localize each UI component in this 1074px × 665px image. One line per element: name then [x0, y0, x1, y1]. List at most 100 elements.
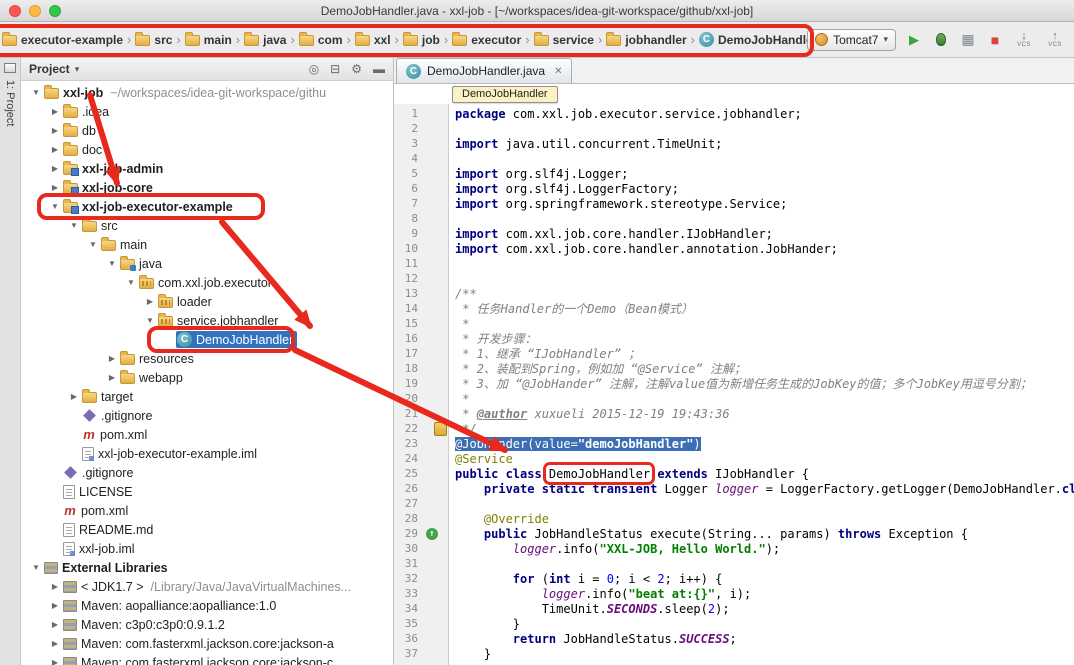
code-line[interactable]: [455, 122, 1074, 137]
stop-button[interactable]: ■: [986, 31, 1004, 49]
window-zoom-button[interactable]: [49, 5, 61, 17]
run-button[interactable]: ▶: [905, 31, 923, 49]
tree-item[interactable]: xxl-job.iml: [62, 541, 139, 557]
tree-row[interactable]: xxl-job.iml: [21, 539, 393, 558]
code-line[interactable]: return JobHandleStatus.SUCCESS;: [455, 632, 1074, 647]
collapsed-arrow-icon[interactable]: ▶: [48, 164, 62, 173]
code-line[interactable]: [455, 497, 1074, 512]
expanded-arrow-icon[interactable]: ▼: [86, 240, 100, 249]
breadcrumb-item[interactable]: CDemoJobHandler: [699, 32, 807, 47]
collapsed-arrow-icon[interactable]: ▶: [105, 354, 119, 363]
tree-item[interactable]: README.md: [62, 522, 157, 538]
breadcrumb-item[interactable]: executor-example: [2, 33, 123, 47]
breadcrumb-chip[interactable]: DemoJobHandler: [452, 86, 558, 103]
collapsed-arrow-icon[interactable]: ▶: [143, 297, 157, 306]
tree-row[interactable]: ▼xxl-job-executor-example: [21, 197, 393, 216]
override-method-icon[interactable]: ↑: [426, 528, 438, 540]
tree-item[interactable]: CDemoJobHandler: [176, 331, 297, 348]
expanded-arrow-icon[interactable]: ▼: [105, 259, 119, 268]
tree-row[interactable]: xxl-job-executor-example.iml: [21, 444, 393, 463]
code-line[interactable]: }: [455, 647, 1074, 662]
code-line[interactable]: [455, 257, 1074, 272]
breadcrumb-item[interactable]: executor: [452, 33, 521, 47]
tree-row[interactable]: ▼service.jobhandler: [21, 311, 393, 330]
tree-row[interactable]: ▶webapp: [21, 368, 393, 387]
tree-row[interactable]: ▶Maven: com.fasterxml.jackson.core:jacks…: [21, 634, 393, 653]
code-line[interactable]: * 3、加 “@JobHander” 注解，注解value值为新增任务生成的Jo…: [455, 377, 1074, 392]
code-line[interactable]: import org.slf4j.LoggerFactory;: [455, 182, 1074, 197]
tree-item[interactable]: .gitignore: [81, 407, 156, 424]
tree-item[interactable]: Maven: aopalliance:aopalliance:1.0: [62, 598, 280, 614]
project-tool-window-tab[interactable]: 1: Project: [4, 80, 16, 126]
coverage-button[interactable]: ▦: [959, 31, 977, 49]
tree-item[interactable]: External Libraries: [43, 560, 172, 576]
project-tool-window-icon[interactable]: [4, 63, 16, 73]
collapsed-arrow-icon[interactable]: ▶: [48, 107, 62, 116]
code-line[interactable]: [455, 212, 1074, 227]
project-view-title[interactable]: Project: [29, 62, 70, 76]
tree-row[interactable]: .gitignore: [21, 406, 393, 425]
tree-item[interactable]: xxl-job-admin: [62, 161, 167, 177]
settings-gear-icon[interactable]: ⚙: [351, 62, 362, 76]
breadcrumb-item[interactable]: com: [299, 33, 343, 47]
tree-item[interactable]: resources: [119, 351, 198, 367]
code-line[interactable]: TimeUnit.SECONDS.sleep(2);: [455, 602, 1074, 617]
code-line[interactable]: */: [455, 422, 1074, 437]
tree-row[interactable]: ▼src: [21, 216, 393, 235]
code-line[interactable]: import com.xxl.job.core.handler.IJobHand…: [455, 227, 1074, 242]
code-line[interactable]: private static transient Logger logger =…: [455, 482, 1074, 497]
tree-item[interactable]: mpom.xml: [62, 503, 132, 519]
tree-row[interactable]: ▼com.xxl.job.executor: [21, 273, 393, 292]
code-line[interactable]: package com.xxl.job.executor.service.job…: [455, 107, 1074, 122]
collapsed-arrow-icon[interactable]: ▶: [48, 601, 62, 610]
collapsed-arrow-icon[interactable]: ▶: [48, 126, 62, 135]
code-line[interactable]: * 开发步骤：: [455, 332, 1074, 347]
expanded-arrow-icon[interactable]: ▼: [48, 202, 62, 211]
tree-row[interactable]: ▶.idea: [21, 102, 393, 121]
collapsed-arrow-icon[interactable]: ▶: [105, 373, 119, 382]
collapsed-arrow-icon[interactable]: ▶: [48, 658, 62, 665]
tree-row[interactable]: LICENSE: [21, 482, 393, 501]
tree-item[interactable]: xxl-job~/workspaces/idea-git-workspace/g…: [43, 85, 330, 101]
editor-tab[interactable]: C DemoJobHandler.java ✕: [396, 58, 572, 83]
tree-item[interactable]: LICENSE: [62, 484, 137, 500]
breadcrumb-item[interactable]: src: [135, 33, 172, 47]
window-close-button[interactable]: [9, 5, 21, 17]
window-minimize-button[interactable]: [29, 5, 41, 17]
code-line[interactable]: import java.util.concurrent.TimeUnit;: [455, 137, 1074, 152]
tree-item[interactable]: Maven: com.fasterxml.jackson.core:jackso…: [62, 636, 338, 652]
hide-panel-icon[interactable]: ▬: [373, 62, 385, 76]
tree-item[interactable]: < JDK1.7 >/Library/Java/JavaVirtualMachi…: [62, 579, 355, 595]
tree-row[interactable]: ▶target: [21, 387, 393, 406]
run-config-select[interactable]: Tomcat7 ▾: [807, 29, 896, 51]
expanded-arrow-icon[interactable]: ▼: [124, 278, 138, 287]
code-line[interactable]: logger.info("XXL-JOB, Hello World.");: [455, 542, 1074, 557]
code-line[interactable]: @JobHander(value="demoJobHandler"): [455, 437, 1074, 452]
tree-item[interactable]: xxl-job-executor-example: [62, 199, 237, 215]
code-line[interactable]: import org.slf4j.Logger;: [455, 167, 1074, 182]
code-line[interactable]: public class DemoJobHandler extends IJob…: [455, 467, 1074, 482]
breadcrumb-item[interactable]: main: [185, 33, 232, 47]
tree-item[interactable]: db: [62, 123, 100, 139]
tree-row[interactable]: ▶resources: [21, 349, 393, 368]
code-line[interactable]: import org.springframework.stereotype.Se…: [455, 197, 1074, 212]
tree-row[interactable]: ▶db: [21, 121, 393, 140]
tree-item[interactable]: Maven: c3p0:c3p0:0.9.1.2: [62, 617, 229, 633]
breadcrumb-item[interactable]: service: [534, 33, 594, 47]
tree-item[interactable]: .idea: [62, 104, 113, 120]
code-line[interactable]: [455, 557, 1074, 572]
tree-item[interactable]: java: [119, 256, 166, 272]
code-line[interactable]: }: [455, 617, 1074, 632]
tree-row[interactable]: ▼xxl-job~/workspaces/idea-git-workspace/…: [21, 83, 393, 102]
tree-row[interactable]: ▶loader: [21, 292, 393, 311]
breadcrumb-item[interactable]: jobhandler: [606, 33, 686, 47]
tree-row[interactable]: ▶doc: [21, 140, 393, 159]
code-line[interactable]: /**: [455, 287, 1074, 302]
code-line[interactable]: for (int i = 0; i < 2; i++) {: [455, 572, 1074, 587]
breadcrumb-item[interactable]: xxl: [355, 33, 391, 47]
tree-row[interactable]: .gitignore: [21, 463, 393, 482]
tree-item[interactable]: .gitignore: [62, 464, 137, 481]
code-line[interactable]: public JobHandleStatus execute(String...…: [455, 527, 1074, 542]
tree-item[interactable]: xxl-job-core: [62, 180, 157, 196]
expanded-arrow-icon[interactable]: ▼: [143, 316, 157, 325]
